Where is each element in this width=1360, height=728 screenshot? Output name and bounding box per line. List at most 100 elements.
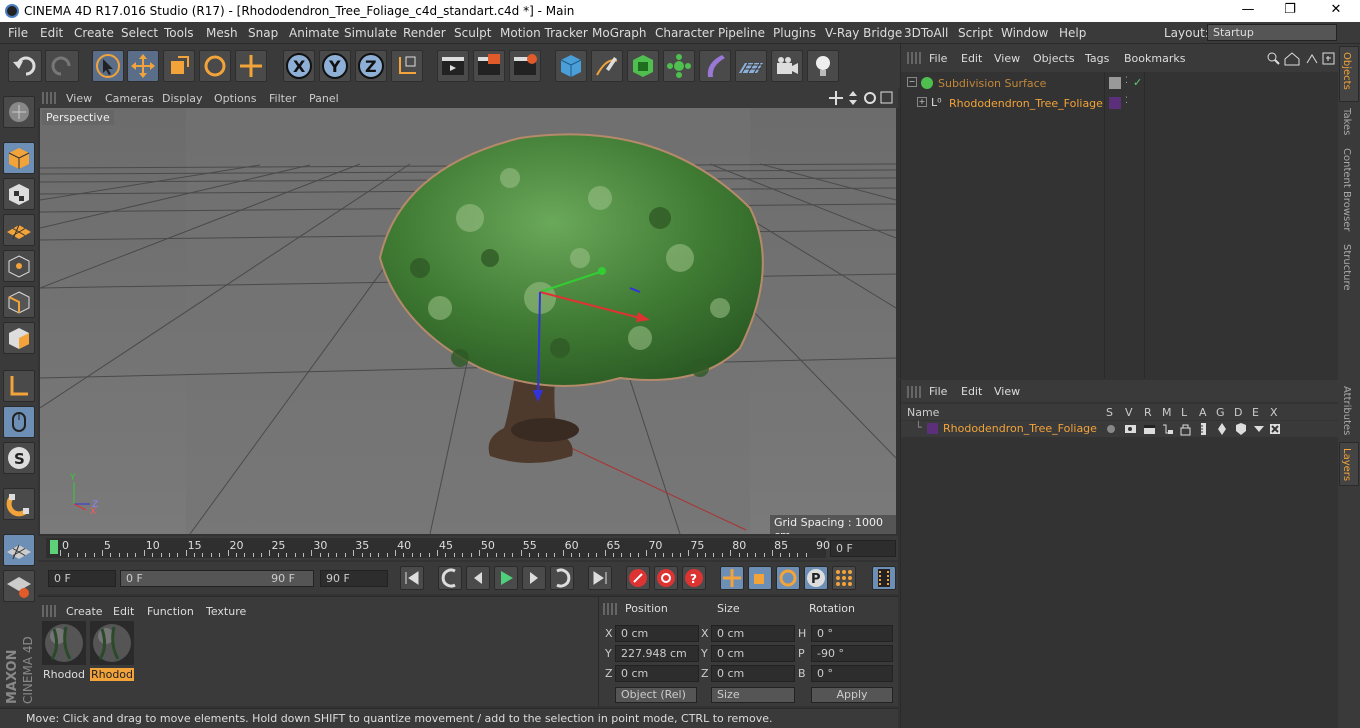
objects-menu-tags[interactable]: Tags	[1085, 52, 1109, 65]
prev-key-button[interactable]	[438, 566, 462, 590]
layout-select[interactable]: Startup	[1207, 24, 1337, 41]
deformer-flag-icon[interactable]	[1236, 423, 1246, 435]
next-frame-button[interactable]	[522, 566, 546, 590]
render-view-button[interactable]	[437, 50, 469, 82]
view-flag-icon[interactable]	[1125, 425, 1136, 433]
material-swatch[interactable]: Rhodod	[90, 621, 134, 681]
layers-menu-file[interactable]: File	[929, 385, 947, 398]
column-manager[interactable]: M	[1162, 406, 1172, 419]
tab-attributes[interactable]: Attributes	[1341, 386, 1352, 435]
objects-menu-file[interactable]: File	[929, 52, 947, 65]
objects-menu-objects[interactable]: Objects	[1033, 52, 1075, 65]
transform-tool-button[interactable]	[235, 50, 267, 82]
y-axis-lock-button[interactable]: Y	[319, 50, 351, 82]
menu-mesh[interactable]: Mesh	[206, 26, 238, 40]
coordinate-system-button[interactable]	[391, 50, 423, 82]
goto-end-button[interactable]	[588, 566, 612, 590]
column-name[interactable]: Name	[907, 406, 939, 419]
current-frame-field[interactable]: 0 F	[830, 540, 896, 557]
lock-flag-icon[interactable]	[1180, 424, 1191, 436]
objects-menu-view[interactable]: View	[994, 52, 1020, 65]
object-name[interactable]: Rhododendron_Tree_Foliage	[949, 97, 1103, 110]
render-flag-icon[interactable]	[1144, 425, 1155, 434]
menu-window[interactable]: Window	[1001, 26, 1048, 40]
layers-menu-view[interactable]: View	[994, 385, 1020, 398]
pan-view-icon[interactable]	[829, 91, 843, 105]
menu-create[interactable]: Create	[74, 26, 114, 40]
menu-pipeline[interactable]: Pipeline	[718, 26, 765, 40]
workplane-lock-button[interactable]	[3, 534, 35, 566]
menu-mograph[interactable]: MoGraph	[592, 26, 647, 40]
rotate-tool-button[interactable]	[199, 50, 231, 82]
floor-button[interactable]	[735, 50, 767, 82]
menu-character[interactable]: Character	[655, 26, 714, 40]
expand-toggle-icon[interactable]: +	[917, 97, 927, 107]
snapping-button[interactable]	[3, 488, 35, 520]
polygons-mode-button[interactable]	[3, 322, 35, 354]
key-parameter-button[interactable]: P	[804, 566, 828, 590]
key-rotation-button[interactable]	[776, 566, 800, 590]
manager-flag-icon[interactable]	[1163, 424, 1173, 434]
goto-start-button[interactable]	[400, 566, 424, 590]
menu-edit[interactable]: Edit	[40, 26, 63, 40]
viewport-menu-display[interactable]: Display	[162, 92, 203, 105]
rot-h-field[interactable]: 0 °	[811, 625, 893, 642]
menu-script[interactable]: Script	[958, 26, 993, 40]
new-window-icon[interactable]	[1322, 52, 1335, 65]
move-tool-button[interactable]	[127, 50, 159, 82]
viewport-menu-cameras[interactable]: Cameras	[105, 92, 154, 105]
expression-flag-icon[interactable]	[1254, 426, 1264, 432]
visibility-dots-icon[interactable]: ⁚	[1125, 76, 1128, 86]
nurbs-button[interactable]	[627, 50, 659, 82]
objects-menu-bookmarks[interactable]: Bookmarks	[1124, 52, 1185, 65]
tab-layers[interactable]: Layers	[1341, 448, 1352, 481]
maximize-view-icon[interactable]	[880, 91, 893, 104]
menu-render[interactable]: Render	[403, 26, 446, 40]
menu-select[interactable]: Select	[121, 26, 158, 40]
size-y-field[interactable]: 0 cm	[711, 645, 795, 662]
menu-file[interactable]: File	[8, 26, 28, 40]
material-menu-create[interactable]: Create	[66, 605, 103, 618]
column-xrefs[interactable]: X	[1270, 406, 1278, 419]
viewport-menu-filter[interactable]: Filter	[269, 92, 296, 105]
scale-tool-button[interactable]	[163, 50, 195, 82]
texture-mode-button[interactable]	[3, 178, 35, 210]
xref-flag-icon[interactable]	[1270, 424, 1280, 434]
size-z-field[interactable]: 0 cm	[711, 665, 795, 682]
array-button[interactable]	[663, 50, 695, 82]
autokey-button[interactable]	[654, 566, 678, 590]
object-row[interactable]: − Subdivision Surface ⁚ ✓	[903, 76, 1339, 94]
viewport-menu-view[interactable]: View	[66, 92, 92, 105]
column-solo[interactable]: S	[1106, 406, 1113, 419]
redo-button[interactable]	[45, 50, 79, 82]
model-mode-button[interactable]	[3, 142, 35, 174]
search-icon[interactable]	[1267, 52, 1280, 65]
column-expressions[interactable]: E	[1252, 406, 1259, 419]
material-menu-function[interactable]: Function	[147, 605, 194, 618]
z-axis-lock-button[interactable]: Z	[355, 50, 387, 82]
key-scale-button[interactable]	[748, 566, 772, 590]
edges-mode-button[interactable]	[3, 286, 35, 318]
menu-snap[interactable]: Snap	[248, 26, 278, 40]
dolly-view-icon[interactable]	[849, 91, 857, 105]
rotate-view-icon[interactable]	[864, 92, 876, 104]
points-mode-button[interactable]	[3, 250, 35, 282]
planar-workplane-button[interactable]	[3, 570, 35, 602]
spline-pen-button[interactable]	[591, 50, 623, 82]
pos-y-field[interactable]: 227.948 cm	[615, 645, 699, 662]
tab-takes[interactable]: Takes	[1341, 108, 1352, 135]
objects-menu-edit[interactable]: Edit	[961, 52, 982, 65]
make-editable-button[interactable]	[3, 96, 35, 128]
menu-sculpt[interactable]: Sculpt	[454, 26, 491, 40]
object-name[interactable]: Subdivision Surface	[938, 77, 1046, 90]
timeline-window-button[interactable]	[872, 566, 896, 590]
material-swatch[interactable]: Rhodod	[42, 621, 86, 681]
undo-button[interactable]	[8, 50, 42, 82]
x-axis-lock-button[interactable]: X	[283, 50, 315, 82]
tab-content-browser[interactable]: Content Browser	[1341, 148, 1352, 231]
layer-row[interactable]: └ Rhododendron_Tree_Foliage	[901, 421, 1339, 437]
material-menu-edit[interactable]: Edit	[113, 605, 134, 618]
pos-x-field[interactable]: 0 cm	[615, 625, 699, 642]
menu-help[interactable]: Help	[1059, 26, 1086, 40]
size-x-field[interactable]: 0 cm	[711, 625, 795, 642]
